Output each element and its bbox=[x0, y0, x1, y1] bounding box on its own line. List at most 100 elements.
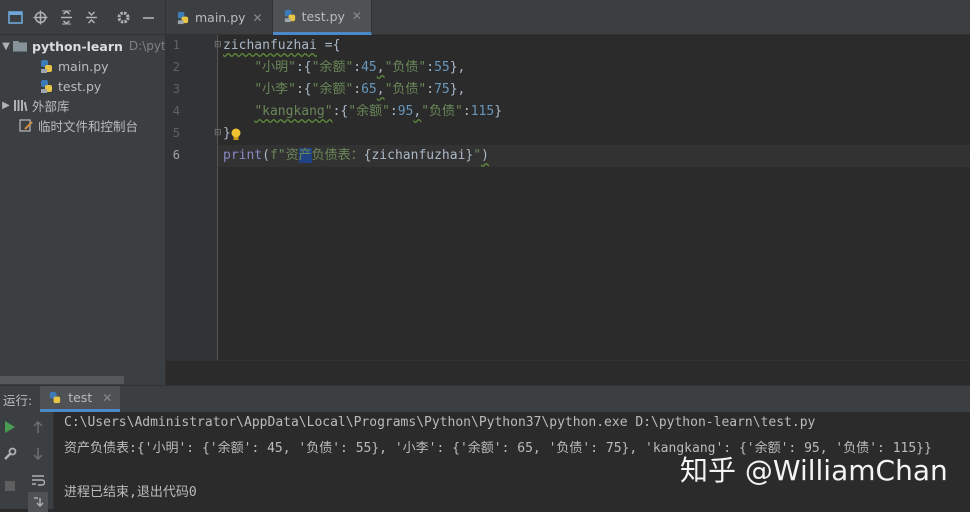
code-token: "余额" bbox=[348, 104, 390, 119]
code-token: :{ bbox=[332, 104, 349, 119]
code-token: : bbox=[353, 82, 362, 97]
project-view-icon[interactable] bbox=[6, 8, 25, 27]
tab-main-py[interactable]: main.py ✕ bbox=[166, 0, 273, 35]
run-panel-label: 运行: bbox=[3, 392, 33, 408]
code-token: 75 bbox=[434, 82, 450, 97]
code-line: print(f"资产负债表：{zichanfuzhai}") bbox=[223, 145, 489, 167]
tree-scratches-label: 临时文件和控制台 bbox=[38, 118, 139, 134]
tree-scratches[interactable]: 临时文件和控制台 bbox=[6, 115, 138, 135]
tree-external-libraries-label: 外部库 bbox=[32, 98, 70, 114]
scratches-icon bbox=[18, 117, 34, 133]
code-token: : bbox=[353, 60, 362, 75]
collapse-all-icon[interactable] bbox=[83, 8, 102, 27]
code-token: zichanfuzhai bbox=[223, 38, 317, 53]
console-line-exit: 进程已结束,退出代码0 bbox=[64, 485, 197, 500]
code-line: "小明":{"余额":45,"负债":55}, bbox=[223, 57, 465, 79]
code-token: "负债" bbox=[384, 60, 427, 75]
tree-file-label: test.py bbox=[58, 78, 102, 94]
tree-external-libraries[interactable]: ▶ 外部库 bbox=[0, 95, 70, 115]
code-token: 65 bbox=[361, 82, 377, 97]
soft-wrap-icon[interactable] bbox=[28, 470, 48, 490]
tree-root-path: D:\pyth bbox=[128, 39, 166, 53]
code-token: ={ bbox=[316, 38, 341, 53]
stop-icon[interactable] bbox=[0, 476, 20, 496]
code-token: "余额" bbox=[311, 82, 354, 97]
locate-icon[interactable] bbox=[32, 8, 51, 27]
code-token: print bbox=[223, 148, 263, 163]
project-pane-scrollbar[interactable] bbox=[0, 376, 124, 384]
run-toolbar bbox=[0, 412, 54, 512]
code-line: "小李":{"余额":65,"负债":75}, bbox=[223, 79, 465, 101]
tree-file-label: main.py bbox=[58, 58, 109, 74]
tree-file-main-py[interactable]: main.py bbox=[38, 56, 109, 76]
tree-file-test-py[interactable]: test.py bbox=[38, 76, 101, 96]
fold-open-icon[interactable]: ⊟ bbox=[214, 40, 222, 50]
code-token: "负债" bbox=[384, 82, 427, 97]
library-icon bbox=[12, 97, 28, 113]
code-token: 负债表： bbox=[311, 148, 364, 163]
project-pane-toolbar bbox=[0, 0, 165, 35]
chevron-down-icon[interactable]: ▼ bbox=[0, 41, 12, 52]
arrow-up-icon[interactable] bbox=[28, 417, 48, 437]
rerun-icon[interactable] bbox=[0, 417, 20, 437]
tab-label: test.py bbox=[301, 8, 345, 24]
lightbulb-icon[interactable] bbox=[230, 128, 242, 146]
code-token: : bbox=[389, 104, 398, 119]
code-token: "kangkang" bbox=[254, 104, 333, 119]
code-token: f"资 bbox=[269, 148, 299, 163]
tree-root-label: python-learn bbox=[32, 38, 123, 54]
line-number: 5 bbox=[172, 126, 180, 140]
code-token: 产 bbox=[298, 148, 312, 163]
python-file-icon bbox=[283, 9, 297, 23]
code-line: zichanfuzhai ={ bbox=[223, 35, 340, 57]
python-file-icon bbox=[176, 11, 190, 25]
chevron-right-icon[interactable]: ▶ bbox=[0, 100, 12, 111]
scroll-to-end-icon[interactable] bbox=[28, 492, 48, 512]
console-line-command: C:\Users\Administrator\AppData\Local\Pro… bbox=[64, 415, 816, 430]
settings-icon[interactable] bbox=[114, 8, 133, 27]
run-tab-label: test bbox=[68, 390, 93, 405]
line-number-gutter: 1 2 3 4 5 6 ⊟ ⊟ bbox=[166, 35, 222, 360]
code-token: :{ bbox=[295, 60, 312, 75]
run-tab-test[interactable]: test ✕ bbox=[40, 386, 121, 412]
arrow-down-icon[interactable] bbox=[28, 444, 48, 464]
close-icon[interactable]: ✕ bbox=[352, 9, 362, 23]
tab-test-py[interactable]: test.py ✕ bbox=[272, 0, 372, 35]
hide-icon[interactable] bbox=[140, 8, 159, 27]
editor-tab-bar: main.py ✕ test.py ✕ bbox=[166, 0, 970, 35]
tree-root-python-learn[interactable]: ▼ python-learn D:\pyth bbox=[0, 36, 166, 56]
expand-all-icon[interactable] bbox=[57, 8, 76, 27]
watermark-text: 知乎 @WilliamChan bbox=[680, 454, 948, 487]
code-token: : bbox=[462, 104, 471, 119]
code-token: " bbox=[473, 148, 482, 163]
line-number: 3 bbox=[172, 82, 180, 96]
line-number: 1 bbox=[172, 38, 180, 52]
python-file-icon bbox=[48, 391, 62, 405]
close-icon[interactable]: ✕ bbox=[102, 391, 112, 405]
code-editor[interactable]: 1 2 3 4 5 6 ⊟ ⊟ zichanfuzhai ={ "小明":{"余… bbox=[166, 35, 970, 386]
code-token: : bbox=[426, 60, 435, 75]
code-line: "kangkang":{"余额":95,"负债":115} bbox=[223, 101, 502, 123]
code-token: 45 bbox=[361, 60, 377, 75]
code-token: }, bbox=[449, 82, 466, 97]
code-token: } bbox=[494, 104, 503, 119]
code-token: , bbox=[376, 82, 385, 97]
tab-label: main.py bbox=[195, 10, 246, 25]
python-file-icon bbox=[38, 78, 54, 94]
code-token: "负债" bbox=[421, 104, 463, 119]
code-token: 95 bbox=[397, 104, 414, 119]
editor-horizontal-scrollbar[interactable] bbox=[166, 360, 970, 386]
code-token: ( bbox=[262, 148, 270, 163]
close-icon[interactable]: ✕ bbox=[253, 11, 263, 25]
code-token: ) bbox=[481, 148, 489, 163]
code-token: : bbox=[426, 82, 435, 97]
code-token: 115 bbox=[470, 104, 495, 119]
code-token: "小明" bbox=[254, 60, 296, 75]
python-file-icon bbox=[38, 58, 54, 74]
folder-icon bbox=[12, 38, 28, 54]
wrench-icon[interactable] bbox=[0, 444, 20, 464]
fold-close-icon[interactable]: ⊟ bbox=[214, 128, 222, 138]
code-token: {zichanfuzhai} bbox=[363, 148, 474, 163]
